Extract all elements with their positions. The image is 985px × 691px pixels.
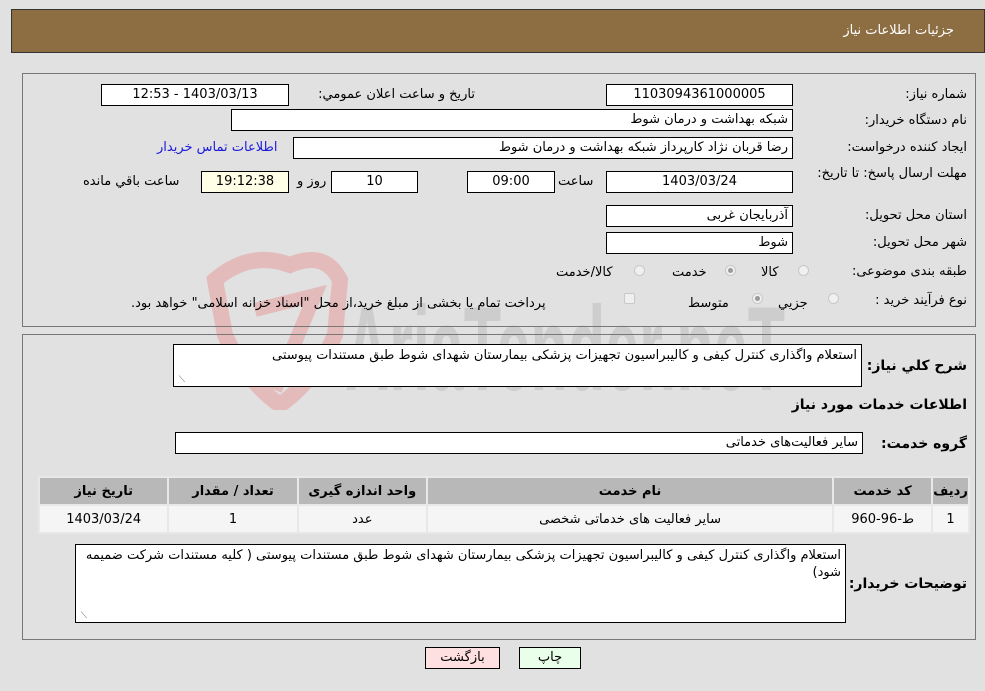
requester-field: رضا قربان نژاد کارپرداز شبکه بهداشت و در… <box>293 137 793 159</box>
purchase-radio-minor[interactable] <box>828 293 839 304</box>
table-row: 1 ط-96-960 سایر فعالیت های خدماتی شخصی ع… <box>40 506 968 532</box>
service-group-label: گروه خدمت: <box>881 436 967 452</box>
treasury-checkbox[interactable] <box>624 293 635 304</box>
deadline-date-field: 1403/03/24 <box>606 171 793 193</box>
days-remaining-field: 10 <box>331 171 418 193</box>
cell-unit: عدد <box>298 506 426 532</box>
announce-datetime-field: 1403/03/13 - 12:53 <box>101 84 289 106</box>
description-label: شرح كلي نياز: <box>866 358 967 374</box>
buyer-org-field: شبکه بهداشت و درمان شوط <box>231 109 793 131</box>
description-text: استعلام واگذاری کنترل کیفی و کالیبراسیون… <box>272 348 857 363</box>
services-table: ردیف کد خدمت نام خدمت واحد اندازه گیری ت… <box>38 476 970 534</box>
back-button[interactable]: بازگشت <box>425 647 500 669</box>
page-header: جزئیات اطلاعات نیاز <box>11 9 985 53</box>
services-section-title: اطلاعات خدمات مورد نیاز <box>791 397 967 413</box>
description-textarea[interactable]: استعلام واگذاری کنترل کیفی و کالیبراسیون… <box>173 344 862 387</box>
service-group-field: سایر فعالیت‌های خدماتی <box>175 432 863 454</box>
col-row-number: ردیف <box>933 478 968 504</box>
buyer-contact-link[interactable]: اطلاعات تماس خریدار <box>157 140 277 155</box>
buyer-notes-text: استعلام واگذاری کنترل کیفی و کالیبراسیون… <box>85 548 841 580</box>
category-radio-goods-service[interactable] <box>634 265 645 276</box>
buyer-notes-label: توضیحات خریدار: <box>848 576 967 592</box>
cell-quantity: 1 <box>169 506 297 532</box>
announce-datetime-label: تاریخ و ساعت اعلان عمومي: <box>318 87 475 102</box>
cell-need-date: 1403/03/24 <box>40 506 168 532</box>
province-label: استان محل تحویل: <box>865 208 967 223</box>
cell-row-number: 1 <box>933 506 968 532</box>
requester-label: ایجاد کننده درخواست: <box>847 140 967 155</box>
category-option-service: خدمت <box>672 265 707 280</box>
category-radio-goods[interactable] <box>798 265 809 276</box>
deadline-time-field: 09:00 <box>467 171 555 193</box>
province-field: آذربایجان غربی <box>606 205 793 227</box>
services-table-wrapper: ردیف کد خدمت نام خدمت واحد اندازه گیری ت… <box>38 476 970 534</box>
deadline-time-label: ساعت <box>558 174 594 189</box>
col-quantity: تعداد / مقدار <box>169 478 297 504</box>
category-option-goods: کالا <box>761 265 779 280</box>
days-label: روز و <box>297 174 327 189</box>
purchase-option-medium: متوسط <box>688 296 729 311</box>
need-number-field: 1103094361000005 <box>606 84 793 106</box>
time-remaining-label: ساعت باقي مانده <box>83 174 180 189</box>
category-radio-service[interactable] <box>725 265 736 276</box>
page-title: جزئیات اطلاعات نیاز <box>843 23 954 38</box>
deadline-label: مهلت ارسال پاسخ: تا تاریخ: <box>817 166 967 181</box>
col-need-date: تاریخ نیاز <box>40 478 168 504</box>
resize-grip-icon[interactable]: ⟋ <box>177 376 185 385</box>
col-service-code: کد خدمت <box>834 478 932 504</box>
city-label: شهر محل تحویل: <box>872 235 967 250</box>
purchase-type-label: نوع فرآیند خرید : <box>875 293 967 308</box>
buyer-notes-textarea[interactable]: استعلام واگذاری کنترل کیفی و کالیبراسیون… <box>75 544 846 623</box>
cell-service-code: ط-96-960 <box>834 506 932 532</box>
treasury-checkbox-label: پرداخت تمام یا بخشی از مبلغ خرید،از محل … <box>131 296 546 311</box>
time-remaining-field: 19:12:38 <box>201 171 289 193</box>
category-label: طبقه بندی موضوعی: <box>851 264 967 279</box>
cell-service-name: سایر فعالیت های خدماتی شخصی <box>427 506 833 532</box>
col-unit: واحد اندازه گیری <box>298 478 426 504</box>
col-service-name: نام خدمت <box>427 478 833 504</box>
print-button[interactable]: چاپ <box>519 647 581 669</box>
need-number-label: شماره نیاز: <box>905 87 967 102</box>
purchase-option-minor: جزيي <box>778 296 808 311</box>
resize-grip-icon[interactable]: ⟋ <box>79 612 87 621</box>
city-field: شوط <box>606 232 793 254</box>
purchase-radio-medium[interactable] <box>752 293 763 304</box>
buyer-org-label: نام دستگاه خریدار: <box>864 113 967 128</box>
table-header-row: ردیف کد خدمت نام خدمت واحد اندازه گیری ت… <box>40 478 968 504</box>
category-option-goods-service: کالا/خدمت <box>556 265 613 280</box>
